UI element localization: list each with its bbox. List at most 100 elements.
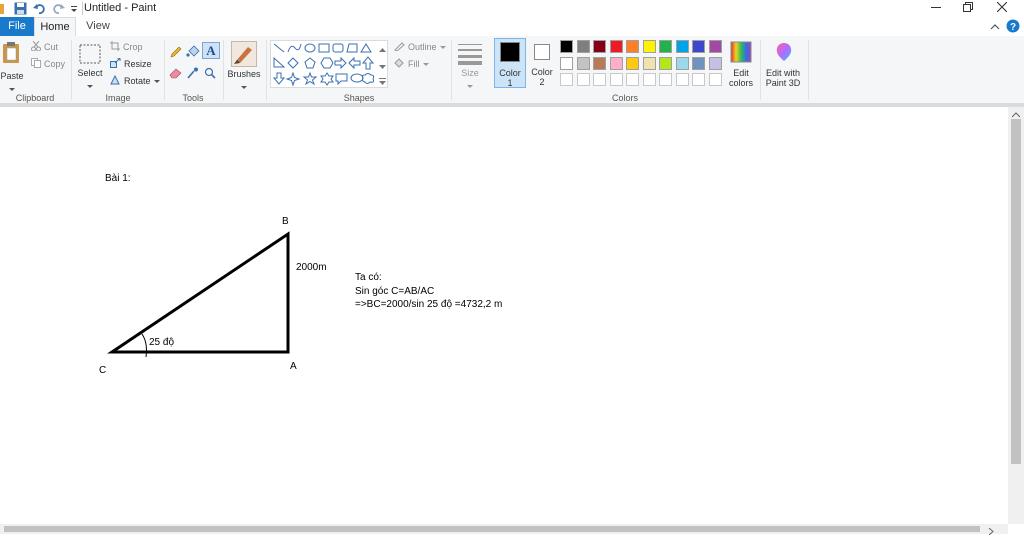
save-icon[interactable] <box>14 2 27 15</box>
palette-swatch[interactable] <box>659 56 672 70</box>
rotate-button[interactable]: Rotate <box>110 74 160 87</box>
outline-dropdown-icon[interactable] <box>439 42 446 52</box>
palette-swatch[interactable] <box>593 40 606 53</box>
tab-file[interactable]: File <box>0 17 34 36</box>
palette-swatch[interactable] <box>576 40 590 53</box>
six-point-star-shape-icon[interactable] <box>320 72 334 86</box>
select-button[interactable]: Select <box>76 40 104 90</box>
palette-swatch[interactable] <box>576 56 590 70</box>
palette-swatch[interactable] <box>560 40 573 53</box>
palette-empty-swatch[interactable] <box>675 73 689 86</box>
drawing-canvas[interactable]: Bài 1: B 2000m 25 độ C A Ta có: Sin góc … <box>0 107 1008 524</box>
rotate-dropdown-icon[interactable] <box>153 76 160 86</box>
oval-callout-shape-icon[interactable] <box>350 73 364 83</box>
horizontal-scrollbar[interactable] <box>0 524 1008 536</box>
size-dropdown-icon[interactable] <box>467 80 473 92</box>
vertical-scrollbar[interactable] <box>1008 107 1024 524</box>
collapse-ribbon-icon[interactable] <box>990 22 1000 34</box>
vertical-scroll-thumb[interactable] <box>1011 119 1021 464</box>
undo-icon[interactable] <box>33 2 46 15</box>
fill-bucket-icon[interactable] <box>186 45 200 62</box>
copy-button[interactable]: Copy <box>31 58 65 70</box>
palette-swatch[interactable] <box>609 40 623 53</box>
shapes-expand-icon[interactable] <box>379 76 386 88</box>
edit-colors-button[interactable]: Edit colors <box>728 39 754 89</box>
brushes-button[interactable]: Brushes <box>227 39 261 89</box>
palette-empty-swatch[interactable] <box>642 73 656 86</box>
oval-shape-icon[interactable] <box>304 43 316 53</box>
down-arrow-shape-icon[interactable] <box>272 72 286 85</box>
brushes-dropdown-icon[interactable] <box>241 81 247 93</box>
shapes-gallery[interactable] <box>270 40 388 88</box>
palette-empty-swatch[interactable] <box>626 73 639 86</box>
four-point-star-shape-icon[interactable] <box>285 71 301 87</box>
palette-empty-swatch[interactable] <box>659 73 672 86</box>
palette-swatch[interactable] <box>642 40 656 53</box>
cut-button[interactable]: Cut <box>31 40 58 53</box>
rounded-callout-shape-icon[interactable] <box>335 73 348 86</box>
rectangle-shape-icon[interactable] <box>318 43 330 53</box>
minimize-button[interactable] <box>920 0 952 17</box>
scroll-right-icon[interactable] <box>988 526 994 538</box>
pentagon-shape-icon[interactable] <box>304 57 316 69</box>
left-arrow-shape-icon[interactable] <box>348 56 361 70</box>
color1-button[interactable]: Color 1 <box>494 38 526 88</box>
palette-swatch[interactable] <box>593 56 606 70</box>
line-shape-icon[interactable] <box>273 43 285 53</box>
resize-button[interactable]: Resize <box>110 57 152 70</box>
palette-swatch[interactable] <box>692 56 705 70</box>
paste-button[interactable]: Paste <box>0 39 26 91</box>
cloud-callout-shape-icon[interactable] <box>361 73 375 84</box>
fill-button[interactable]: Fill <box>393 58 429 70</box>
magnifier-icon[interactable] <box>204 67 218 82</box>
palette-empty-swatch[interactable] <box>708 73 722 86</box>
palette-swatch[interactable] <box>692 40 705 53</box>
pencil-icon[interactable] <box>169 45 183 62</box>
edit-with-paint3d-button[interactable]: Edit with Paint 3D <box>762 39 804 89</box>
diamond-shape-icon[interactable] <box>287 57 299 69</box>
shapes-scroll-up-icon[interactable] <box>379 44 386 56</box>
right-arrow-shape-icon[interactable] <box>334 56 347 70</box>
color-picker-icon[interactable] <box>186 67 200 82</box>
palette-empty-swatch[interactable] <box>609 73 623 86</box>
help-icon[interactable]: ? <box>1006 19 1020 36</box>
tab-view[interactable]: View <box>78 17 118 36</box>
polygon-shape-icon[interactable] <box>346 43 358 53</box>
size-button[interactable]: Size <box>456 40 484 90</box>
palette-swatch[interactable] <box>675 56 689 70</box>
fill-dropdown-icon[interactable] <box>422 59 429 69</box>
five-point-star-shape-icon[interactable] <box>302 71 318 86</box>
crop-button[interactable]: Crop <box>110 41 143 53</box>
up-arrow-shape-icon[interactable] <box>361 56 375 70</box>
horizontal-scroll-thumb[interactable] <box>4 526 980 532</box>
select-dropdown-icon[interactable] <box>87 80 93 92</box>
text-tool-icon[interactable]: A <box>202 42 220 62</box>
palette-empty-swatch[interactable] <box>692 73 705 86</box>
palette-swatch[interactable] <box>708 56 722 70</box>
outline-button[interactable]: Outline <box>393 41 446 53</box>
palette-swatch[interactable] <box>560 56 573 70</box>
palette-empty-swatch[interactable] <box>593 73 606 86</box>
restore-button[interactable] <box>952 0 984 17</box>
eraser-icon[interactable] <box>169 67 183 82</box>
triangle-shape-icon[interactable] <box>360 43 372 53</box>
palette-swatch[interactable] <box>642 56 656 70</box>
palette-empty-swatch[interactable] <box>576 73 590 86</box>
curve-shape-icon[interactable] <box>287 43 302 53</box>
palette-swatch[interactable] <box>626 56 639 70</box>
close-button[interactable] <box>986 0 1018 17</box>
palette-swatch[interactable] <box>708 40 722 53</box>
rounded-rectangle-shape-icon[interactable] <box>332 43 344 53</box>
palette-swatch[interactable] <box>609 56 623 70</box>
shapes-scrollbar[interactable] <box>378 40 388 88</box>
palette-empty-swatch[interactable] <box>560 73 573 86</box>
palette-swatch[interactable] <box>659 40 672 53</box>
shapes-scroll-down-icon[interactable] <box>379 61 386 73</box>
palette-swatch[interactable] <box>626 40 639 53</box>
right-triangle-shape-icon[interactable] <box>273 56 286 68</box>
color2-button[interactable]: Color 2 <box>528 38 556 88</box>
redo-icon[interactable] <box>52 2 65 15</box>
customize-qat-icon[interactable] <box>70 4 78 14</box>
palette-swatch[interactable] <box>675 40 689 53</box>
tab-home[interactable]: Home <box>34 17 76 36</box>
